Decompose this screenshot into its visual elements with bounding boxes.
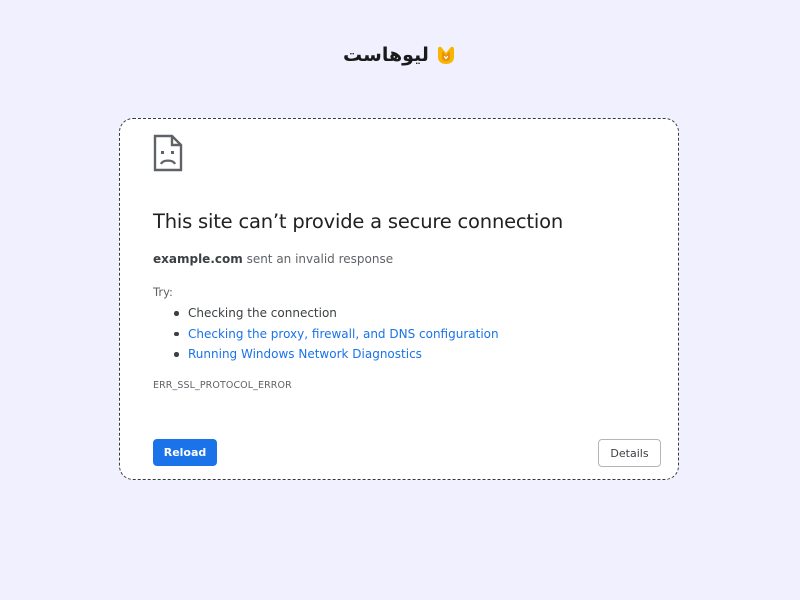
- error-card: This site can’t provide a secure connect…: [119, 118, 679, 480]
- reload-button[interactable]: Reload: [153, 439, 217, 466]
- try-label: Try:: [153, 285, 173, 299]
- liohost-logo-icon: [437, 46, 454, 64]
- suggestion-network-diagnostics-link[interactable]: Running Windows Network Diagnostics: [174, 344, 499, 365]
- brand-name: لیوهاست: [343, 44, 429, 66]
- error-code: ERR_SSL_PROTOCOL_ERROR: [153, 380, 292, 391]
- error-message-text: sent an invalid response: [242, 252, 394, 266]
- error-message: example.com sent an invalid response: [153, 252, 393, 266]
- brand-header: لیوهاست: [0, 44, 800, 66]
- details-button[interactable]: Details: [598, 439, 661, 467]
- suggestion-check-proxy-link[interactable]: Checking the proxy, firewall, and DNS co…: [174, 324, 499, 345]
- page-title: This site can’t provide a secure connect…: [153, 210, 563, 233]
- host-name: example.com: [153, 252, 243, 266]
- suggestion-list: Checking the connection Checking the pro…: [153, 303, 499, 365]
- suggestion-check-connection: Checking the connection: [174, 303, 499, 324]
- sad-page-icon: [153, 134, 183, 172]
